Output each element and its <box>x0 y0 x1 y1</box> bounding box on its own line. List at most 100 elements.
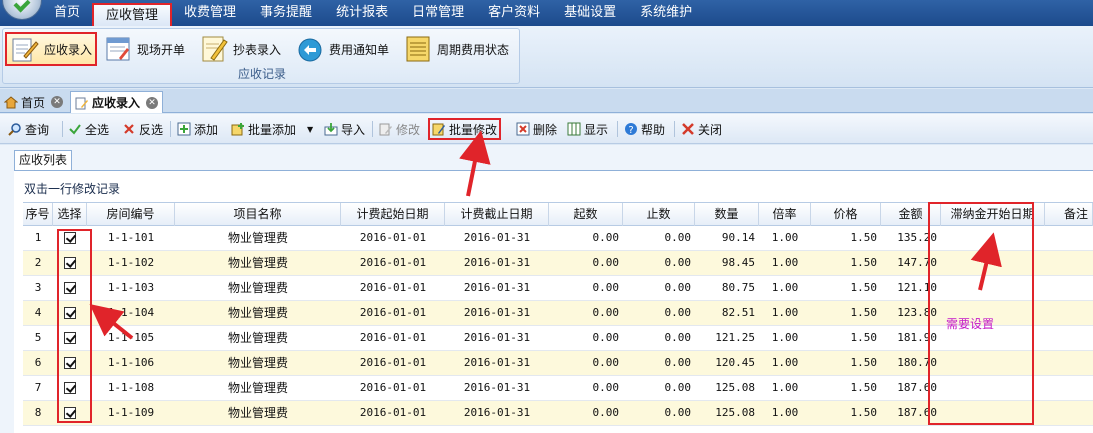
ribbon: 应收录入 现场开单 抄表录入 费用通知单 周期费用状态 应收记录 <box>0 26 1093 88</box>
ribbon-button-label: 周期费用状态 <box>437 42 510 57</box>
app-logo-icon[interactable] <box>2 0 42 20</box>
cell-from: 0.00 <box>592 331 620 344</box>
cell-end: 2016-01-31 <box>463 381 531 394</box>
select-all-button[interactable]: 全选 <box>68 119 109 139</box>
cell-rate: 1.00 <box>771 406 799 419</box>
table-row[interactable]: 8 1-1-109 物业管理费 2016-01-01 2016-01-31 0.00 0.0… <box>23 401 1093 426</box>
row-checkbox[interactable] <box>64 332 76 344</box>
cell-item: 物业管理费 <box>227 256 288 270</box>
ribbon-button-label: 应收录入 <box>44 42 93 57</box>
ribbon-button-onsite-billing[interactable]: 现场开单 <box>103 32 185 66</box>
batch-edit-label: 批量修改 <box>449 122 498 137</box>
cell-qty: 90.14 <box>721 231 755 244</box>
table-row[interactable]: 2 1-1-102 物业管理费 2016-01-01 2016-01-31 0.00 0.0… <box>23 251 1093 276</box>
table-row[interactable]: 4 1-1-104 物业管理费 2016-01-01 2016-01-31 0.00 0.0… <box>23 301 1093 326</box>
ribbon-button-fee-notice[interactable]: 费用通知单 <box>295 32 389 66</box>
table-row[interactable]: 6 1-1-106 物业管理费 2016-01-01 2016-01-31 0.00 0.0… <box>23 351 1093 376</box>
help-button[interactable]: ? 帮助 <box>624 119 665 139</box>
column-header[interactable]: 数量 <box>695 203 759 226</box>
cell-amount: 147.70 <box>897 256 937 269</box>
batch-add-dropdown[interactable]: ▼ <box>307 119 313 139</box>
row-checkbox[interactable] <box>64 382 76 394</box>
cell-no: 2 <box>34 256 42 269</box>
cell-room: 1-1-109 <box>107 406 155 419</box>
batch-edit-button[interactable]: 批量修改 <box>428 118 502 140</box>
hint-text: 双击一行修改记录 <box>24 182 121 196</box>
cell-to: 0.00 <box>664 406 692 419</box>
svg-text:?: ? <box>628 125 633 136</box>
import-button[interactable]: 导入 <box>324 119 365 139</box>
column-header[interactable]: 止数 <box>623 203 695 226</box>
cell-qty: 98.45 <box>721 256 755 269</box>
column-header[interactable]: 价格 <box>811 203 881 226</box>
column-header[interactable]: 起数 <box>549 203 623 226</box>
doc-tab-home[interactable]: 首页 ✕ <box>0 91 67 113</box>
cell-no: 5 <box>34 331 42 344</box>
table-row[interactable]: 7 1-1-108 物业管理费 2016-01-01 2016-01-31 0.00 0.0… <box>23 376 1093 401</box>
cell-start: 2016-01-01 <box>359 406 427 419</box>
cell-item: 物业管理费 <box>227 356 288 370</box>
add-button[interactable]: 添加 <box>177 119 218 139</box>
delete-button[interactable]: 删除 <box>516 119 557 139</box>
toolbar-separator <box>62 121 63 137</box>
add-icon <box>177 122 191 136</box>
column-header[interactable]: 项目名称 <box>175 203 341 226</box>
row-checkbox[interactable] <box>64 307 76 319</box>
row-checkbox[interactable] <box>64 257 76 269</box>
row-checkbox[interactable] <box>64 357 76 369</box>
menu-item[interactable]: 首页 <box>42 0 92 26</box>
cell-item: 物业管理费 <box>227 281 288 295</box>
table-row[interactable]: 3 1-1-103 物业管理费 2016-01-01 2016-01-31 0.00 0.0… <box>23 276 1093 301</box>
column-header[interactable]: 选择 <box>53 203 87 226</box>
cell-to: 0.00 <box>664 281 692 294</box>
cell-end: 2016-01-31 <box>463 231 531 244</box>
invert-selection-button[interactable]: 反选 <box>122 119 163 139</box>
cell-amount: 187.60 <box>897 381 937 394</box>
add-label: 添加 <box>194 122 219 137</box>
menu-item[interactable]: 日常管理 <box>400 0 476 26</box>
column-header[interactable]: 计费起始日期 <box>341 203 445 226</box>
close-icon[interactable]: ✕ <box>146 96 159 109</box>
column-header[interactable]: 金额 <box>881 203 941 226</box>
ribbon-button-cycle-fee-status[interactable]: 周期费用状态 <box>403 32 509 66</box>
doc-tab-label: 应收录入 <box>92 96 141 110</box>
menu-bar: 首页 应收管理 收费管理 事务提醒 统计报表 日常管理 客户资料 基础设置 系统维护 <box>0 0 1093 26</box>
query-button[interactable]: 查询 <box>8 119 49 139</box>
cell-rate: 1.00 <box>771 381 799 394</box>
menu-item[interactable]: 系统维护 <box>628 0 704 26</box>
ribbon-button-receivable-entry[interactable]: 应收录入 <box>5 32 98 66</box>
menu-item[interactable]: 基础设置 <box>552 0 628 26</box>
column-header[interactable]: 滞纳金开始日期 <box>941 203 1045 226</box>
column-header[interactable]: 序号 <box>23 203 53 226</box>
row-checkbox[interactable] <box>64 232 76 244</box>
tab-receivable-list[interactable]: 应收列表 <box>14 150 73 170</box>
menu-item[interactable]: 应收管理 <box>92 3 173 26</box>
column-header[interactable]: 倍率 <box>759 203 811 226</box>
ribbon-button-meter-entry[interactable]: 抄表录入 <box>199 32 281 66</box>
cell-end: 2016-01-31 <box>463 306 531 319</box>
columns-icon <box>567 122 581 136</box>
show-button[interactable]: 显示 <box>567 119 608 139</box>
column-header[interactable]: 备注 <box>1045 203 1093 226</box>
batch-add-button[interactable]: 批量添加 <box>231 119 296 139</box>
cell-price: 1.50 <box>850 281 878 294</box>
close-icon[interactable]: ✕ <box>51 96 64 108</box>
cell-to: 0.00 <box>664 356 692 369</box>
doc-tab-receivable-entry[interactable]: 应收录入 ✕ <box>70 91 164 113</box>
column-header[interactable]: 计费截止日期 <box>445 203 549 226</box>
cell-item: 物业管理费 <box>227 406 288 420</box>
menu-item[interactable]: 客户资料 <box>476 0 552 26</box>
row-checkbox[interactable] <box>64 407 76 419</box>
row-checkbox[interactable] <box>64 282 76 294</box>
select-all-label: 全选 <box>85 122 110 137</box>
close-button[interactable]: 关闭 <box>681 119 722 139</box>
table-row[interactable]: 1 1-1-101 物业管理费 2016-01-01 2016-01-31 0.00 0.0… <box>23 226 1093 251</box>
menu-item[interactable]: 收费管理 <box>172 0 248 26</box>
toolbar: 查询 全选 反选 添加 批量添加 ▼ 导入 修改 批量修改 删除 显示 ? 帮助… <box>0 114 1093 144</box>
cell-start: 2016-01-01 <box>359 331 427 344</box>
edit-button[interactable]: 修改 <box>379 119 420 139</box>
table-row[interactable]: 5 1-1-105 物业管理费 2016-01-01 2016-01-31 0.00 0.0… <box>23 326 1093 351</box>
menu-item[interactable]: 事务提醒 <box>248 0 324 26</box>
menu-item[interactable]: 统计报表 <box>324 0 400 26</box>
column-header[interactable]: 房间编号 <box>87 203 175 226</box>
